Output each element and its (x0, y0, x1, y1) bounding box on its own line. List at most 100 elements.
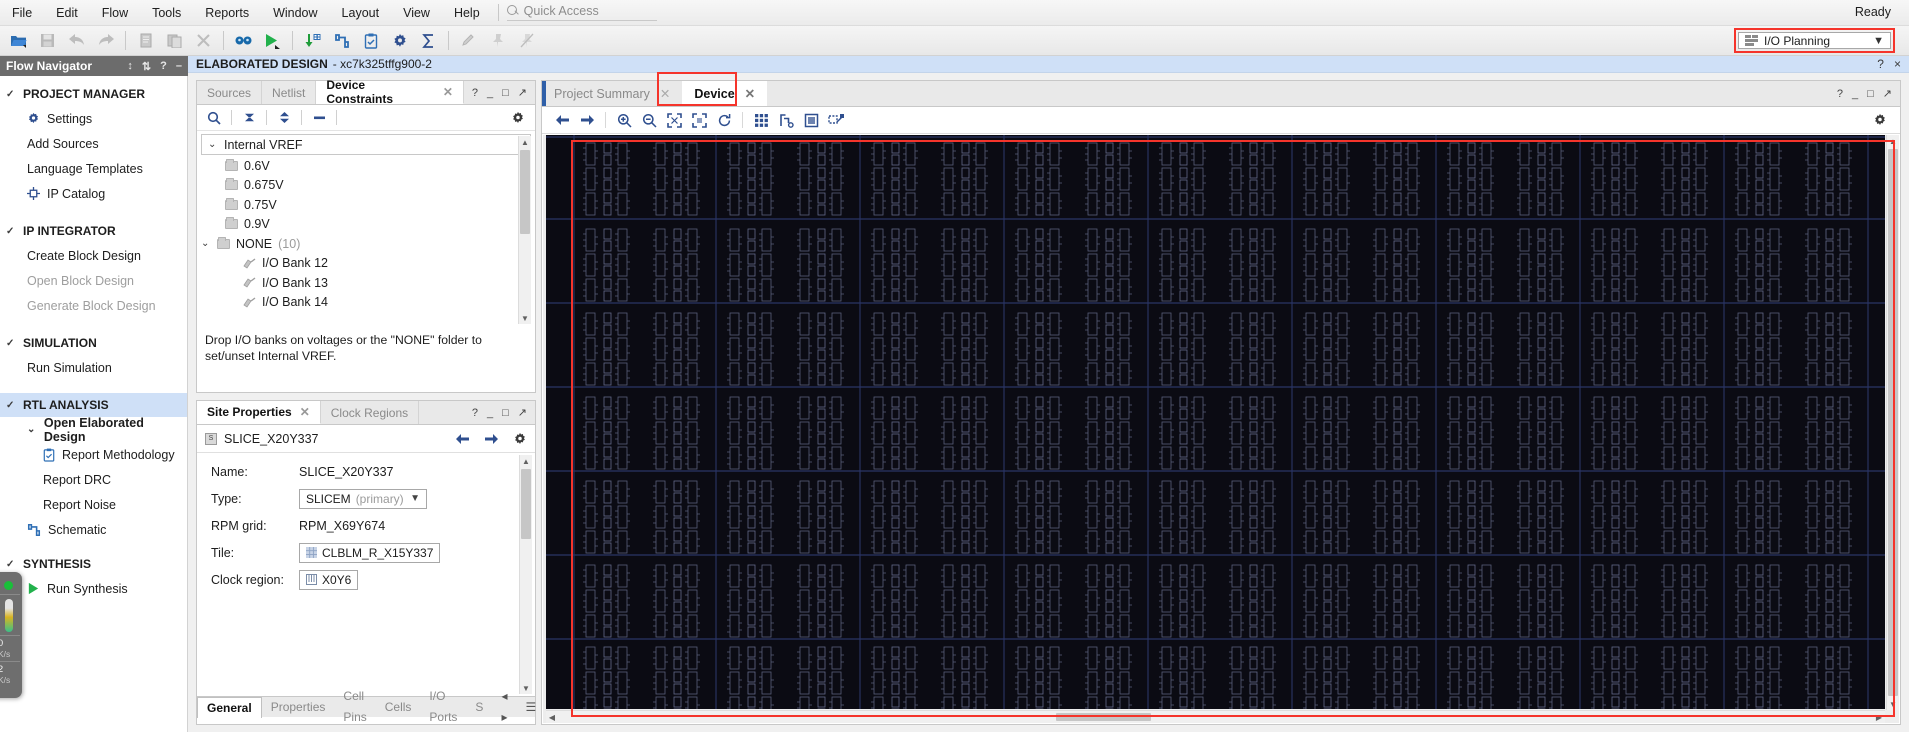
refresh-icon[interactable] (712, 109, 736, 131)
open-project-icon[interactable] (6, 28, 31, 53)
menu-layout[interactable]: Layout (330, 2, 392, 24)
flow-group-simulation[interactable]: ✓ SIMULATION (0, 331, 187, 355)
flow-group-ip-integrator[interactable]: ✓ IP INTEGRATOR (0, 219, 187, 243)
tree-node-io-bank-12[interactable]: I/O Bank 12 (197, 254, 535, 274)
tab-sites[interactable]: S (466, 697, 492, 718)
menu-file[interactable]: File (0, 2, 44, 24)
sidebar-item-run-synthesis[interactable]: Run Synthesis (0, 576, 187, 601)
tab-sources[interactable]: Sources (197, 81, 263, 104)
help-icon[interactable]: ? (472, 407, 478, 419)
scroll-down-icon[interactable]: ▼ (519, 312, 531, 324)
close-icon[interactable] (191, 28, 216, 53)
menu-edit[interactable]: Edit (44, 2, 90, 24)
tree-node-internal-vref[interactable]: ⌄ Internal VREF (201, 134, 531, 155)
help-icon[interactable]: ? (472, 87, 478, 99)
sidebar-item-schematic[interactable]: Schematic (0, 517, 187, 542)
close-icon[interactable]: ✕ (443, 85, 453, 99)
sidebar-item-ip-catalog[interactable]: IP Catalog (0, 181, 187, 206)
back-arrow-icon[interactable] (455, 433, 470, 445)
float-icon[interactable]: ↗ (1883, 87, 1892, 100)
clock-region-link[interactable]: X0Y6 (299, 569, 359, 590)
sum-icon[interactable] (416, 28, 441, 53)
minimize-icon[interactable]: – (176, 60, 182, 73)
highlight-icon[interactable] (799, 109, 823, 131)
edit-icon[interactable] (456, 28, 481, 53)
layout-selector[interactable]: I/O Planning ▼ (1738, 32, 1891, 49)
tile-link[interactable]: CLBLM_R_X15Y337 (299, 542, 441, 563)
tree-node-vref-0p6[interactable]: 0.6V (197, 156, 535, 176)
help-icon[interactable]: ? (1837, 88, 1843, 100)
forward-arrow-icon[interactable] (484, 433, 499, 445)
report-timing-icon[interactable] (300, 28, 325, 53)
menu-reports[interactable]: Reports (193, 2, 261, 24)
unpin-icon[interactable] (514, 28, 539, 53)
report-methodology-icon[interactable] (358, 28, 383, 53)
tab-netlist[interactable]: Netlist (262, 81, 317, 104)
tab-device-constraints[interactable]: Device Constraints ✕ (316, 78, 464, 106)
collapse-all-icon[interactable] (238, 108, 260, 128)
maximize-icon[interactable]: □ (1867, 88, 1874, 100)
close-icon[interactable]: ✕ (745, 86, 755, 101)
sidebar-item-settings[interactable]: Settings (0, 106, 187, 131)
tab-site-properties[interactable]: Site Properties ✕ (197, 401, 321, 424)
select-area-icon[interactable] (824, 109, 848, 131)
close-icon[interactable]: ✕ (300, 405, 310, 419)
gear-icon[interactable] (1868, 109, 1892, 131)
device-horizontal-scrollbar[interactable]: ◀ ▶ (546, 710, 1885, 723)
save-icon[interactable] (35, 28, 60, 53)
flow-group-project-manager[interactable]: ✓ PROJECT MANAGER (0, 82, 187, 106)
tab-project-summary[interactable]: Project Summary ✕ (542, 81, 682, 106)
gear-icon[interactable] (513, 432, 527, 446)
scroll-up-icon[interactable]: ▲ (519, 136, 531, 148)
zoom-fit-icon[interactable] (662, 109, 686, 131)
sidebar-item-report-noise[interactable]: Report Noise (0, 492, 187, 517)
help-icon[interactable]: ? (1877, 57, 1884, 71)
sidebar-item-report-methodology[interactable]: Report Methodology (0, 442, 187, 467)
scroll-up-icon[interactable]: ▲ (520, 455, 532, 467)
maximize-icon[interactable]: □ (502, 87, 509, 99)
float-icon[interactable]: ↗ (518, 86, 527, 99)
tree-node-vref-0p9[interactable]: 0.9V (197, 215, 535, 235)
tab-device[interactable]: Device ✕ (682, 81, 768, 106)
run-icon[interactable] (260, 28, 285, 53)
flow-group-synthesis[interactable]: ✓ SYNTHESIS (0, 552, 187, 576)
sidebar-item-add-sources[interactable]: Add Sources (0, 131, 187, 156)
tab-properties[interactable]: Properties (262, 697, 335, 718)
settings-icon[interactable] (387, 28, 412, 53)
float-icon[interactable]: ↗ (518, 406, 527, 419)
minimize-icon[interactable]: _ (487, 87, 493, 99)
scroll-down-icon[interactable]: ▼ (520, 682, 532, 694)
minimize-icon[interactable]: _ (1852, 88, 1858, 100)
tree-node-vref-0p675[interactable]: 0.675V (197, 176, 535, 196)
zoom-area-icon[interactable] (687, 109, 711, 131)
device-vertical-scrollbar[interactable]: ▲ ▼ (1886, 135, 1899, 710)
scroll-up-icon[interactable]: ▲ (1887, 135, 1899, 147)
minimize-icon[interactable]: _ (487, 407, 493, 419)
close-icon[interactable]: × (1894, 57, 1901, 71)
quick-access-input[interactable]: Quick Access (506, 4, 657, 21)
network-speed-widget[interactable]: 0.0 K/s 0.2 K/s (0, 572, 22, 698)
pin-icon[interactable] (485, 28, 510, 53)
tab-general[interactable]: General (197, 696, 262, 718)
search-replace-icon[interactable] (231, 28, 256, 53)
help-icon[interactable]: ? (160, 60, 167, 73)
minus-icon[interactable] (308, 108, 330, 128)
device-fabric-canvas[interactable] (546, 135, 1885, 709)
forward-arrow-icon[interactable] (575, 109, 599, 131)
scroll-left-icon[interactable]: ◀ (546, 711, 558, 723)
collapse-all-icon[interactable]: ↕ (127, 60, 133, 73)
paste-icon[interactable] (162, 28, 187, 53)
search-icon[interactable] (203, 108, 225, 128)
sidebar-item-report-drc[interactable]: Report DRC (0, 467, 187, 492)
menu-view[interactable]: View (391, 2, 442, 24)
scroll-down-icon[interactable]: ▼ (1887, 698, 1899, 710)
menu-tools[interactable]: Tools (140, 2, 193, 24)
menu-help[interactable]: Help (442, 2, 492, 24)
back-arrow-icon[interactable] (550, 109, 574, 131)
flow-group-rtl-analysis[interactable]: ✓ RTL ANALYSIS (0, 393, 187, 417)
undo-icon[interactable] (64, 28, 89, 53)
expand-collapse-icon[interactable]: ⇅ (142, 60, 151, 73)
tab-clock-regions[interactable]: Clock Regions (321, 401, 420, 424)
sidebar-item-language-templates[interactable]: Language Templates (0, 156, 187, 181)
zoom-out-icon[interactable] (637, 109, 661, 131)
